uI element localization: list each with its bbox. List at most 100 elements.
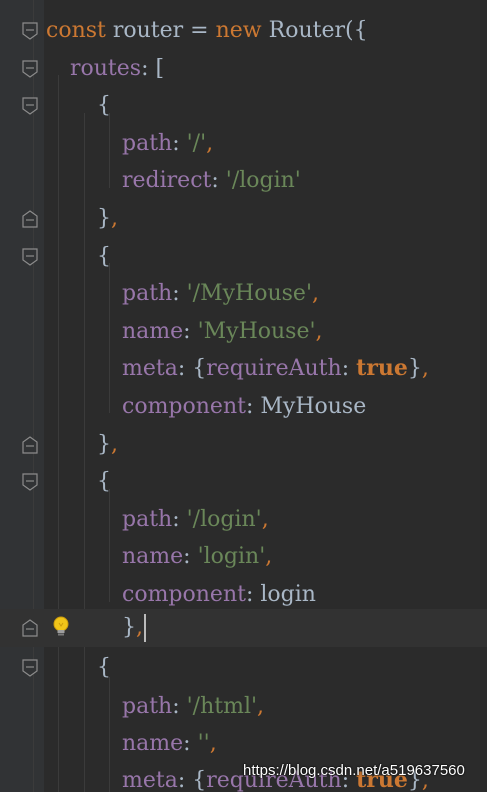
code-text: redirect: '/login' <box>122 162 301 200</box>
comma: , <box>261 506 269 532</box>
comma: , <box>312 281 319 307</box>
property-name: name <box>122 544 184 570</box>
string-literal: '/login' <box>186 506 262 532</box>
string-literal: 'MyHouse' <box>197 318 316 344</box>
code-text: path: '/MyHouse', <box>122 275 319 313</box>
string-literal: '/login' <box>225 168 301 194</box>
punctuation: : <box>172 694 187 719</box>
keyword: new <box>215 18 262 43</box>
punctuation: : <box>183 318 198 344</box>
property-name: path <box>122 130 173 156</box>
property-name: path <box>122 281 173 307</box>
property-name: routes <box>70 55 142 81</box>
punctuation: { <box>97 243 111 269</box>
code-text: }, <box>97 200 118 238</box>
property-name: component <box>122 394 246 419</box>
code-line[interactable]: component: MyHouse <box>0 388 487 426</box>
punctuation: : <box>341 356 357 382</box>
punctuation: : { <box>177 768 207 792</box>
code-text: }, <box>122 609 146 647</box>
string-literal: 'login' <box>197 544 266 570</box>
comma: , <box>111 431 118 457</box>
code-line[interactable]: { <box>0 649 487 687</box>
code-text: { <box>97 649 111 687</box>
code-line[interactable]: { <box>0 87 487 125</box>
code-text: const router = new Router({ <box>46 12 368 50</box>
identifier: : login <box>245 582 316 607</box>
identifier: router = <box>105 18 216 43</box>
code-line[interactable]: path: '/html', <box>0 688 487 726</box>
code-text: { <box>97 463 111 501</box>
code-line[interactable]: { <box>0 238 487 276</box>
punctuation: } <box>97 431 111 457</box>
watermark-url: https://blog.csdn.net/a519637560 <box>243 762 465 779</box>
code-line[interactable]: redirect: '/login' <box>0 162 487 200</box>
code-line[interactable]: }, <box>0 200 487 238</box>
code-line[interactable]: path: '/login', <box>0 501 487 539</box>
code-line[interactable]: path: '/', <box>0 125 487 163</box>
punctuation: : <box>211 168 226 194</box>
fold-end-icon[interactable] <box>22 435 38 454</box>
fold-collapse-icon[interactable] <box>22 659 38 677</box>
code-editor[interactable]: const router = new Router({ routes: [ { … <box>0 0 487 792</box>
property-name: path <box>122 506 173 532</box>
comma: , <box>421 356 429 382</box>
punctuation: { <box>97 655 111 680</box>
fold-end-icon[interactable] <box>22 210 38 228</box>
code-line[interactable]: name: 'login', <box>0 538 487 576</box>
comma: , <box>265 544 273 570</box>
property-name: path <box>122 694 173 719</box>
punctuation: { <box>97 469 111 495</box>
code-text: { <box>97 87 111 125</box>
string-literal: '/' <box>186 130 207 156</box>
code-line[interactable]: routes: [ <box>0 50 487 88</box>
boolean-literal: true <box>356 355 408 382</box>
property-name: name <box>122 318 184 344</box>
punctuation: : <box>183 731 198 756</box>
punctuation: { <box>97 93 111 119</box>
keyword: const <box>46 18 106 43</box>
code-text: path: '/', <box>122 125 213 163</box>
fold-end-icon[interactable] <box>22 619 38 637</box>
punctuation: : [ <box>141 55 165 81</box>
lightbulb-icon[interactable] <box>52 615 70 639</box>
punctuation: : <box>172 506 187 532</box>
fold-collapse-icon[interactable] <box>22 247 38 266</box>
comma: , <box>209 731 217 756</box>
string-literal: '/html' <box>186 694 258 719</box>
string-literal: '/MyHouse' <box>186 281 312 307</box>
comma: , <box>111 206 118 231</box>
property-name: name <box>122 731 184 756</box>
code-line[interactable]: }, <box>0 426 487 464</box>
fold-collapse-icon[interactable] <box>22 473 38 491</box>
punctuation: } <box>407 356 422 382</box>
comma: , <box>206 130 214 156</box>
property-name: redirect <box>122 168 212 194</box>
comma: , <box>136 615 143 640</box>
code-line[interactable]: const router = new Router({ <box>0 12 487 50</box>
code-line[interactable]: meta: {requireAuth: true}, <box>0 350 487 388</box>
punctuation: : <box>183 544 198 570</box>
fold-collapse-icon[interactable] <box>22 97 38 115</box>
fold-collapse-icon[interactable] <box>22 22 38 40</box>
string-literal: '' <box>197 731 210 756</box>
code-line[interactable]: name: 'MyHouse', <box>0 313 487 351</box>
code-line[interactable]: path: '/MyHouse', <box>0 275 487 313</box>
code-text: path: '/html', <box>122 688 264 726</box>
code-text: name: '', <box>122 725 217 763</box>
code-text: component: MyHouse <box>122 388 366 426</box>
identifier: Router({ <box>261 18 368 43</box>
code-text: routes: [ <box>70 50 164 88</box>
property-name: component <box>122 582 246 607</box>
comma: , <box>315 318 323 344</box>
code-text: }, <box>97 426 118 464</box>
identifier: : MyHouse <box>245 394 367 419</box>
code-text: meta: {requireAuth: true}, <box>122 350 429 388</box>
punctuation: } <box>97 206 111 231</box>
code-line[interactable]: name: '', <box>0 725 487 763</box>
code-line[interactable]: { <box>0 463 487 501</box>
code-line[interactable]: component: login <box>0 576 487 614</box>
code-line-current[interactable]: }, <box>0 609 487 647</box>
fold-collapse-icon[interactable] <box>22 59 38 78</box>
punctuation: : <box>172 130 187 156</box>
